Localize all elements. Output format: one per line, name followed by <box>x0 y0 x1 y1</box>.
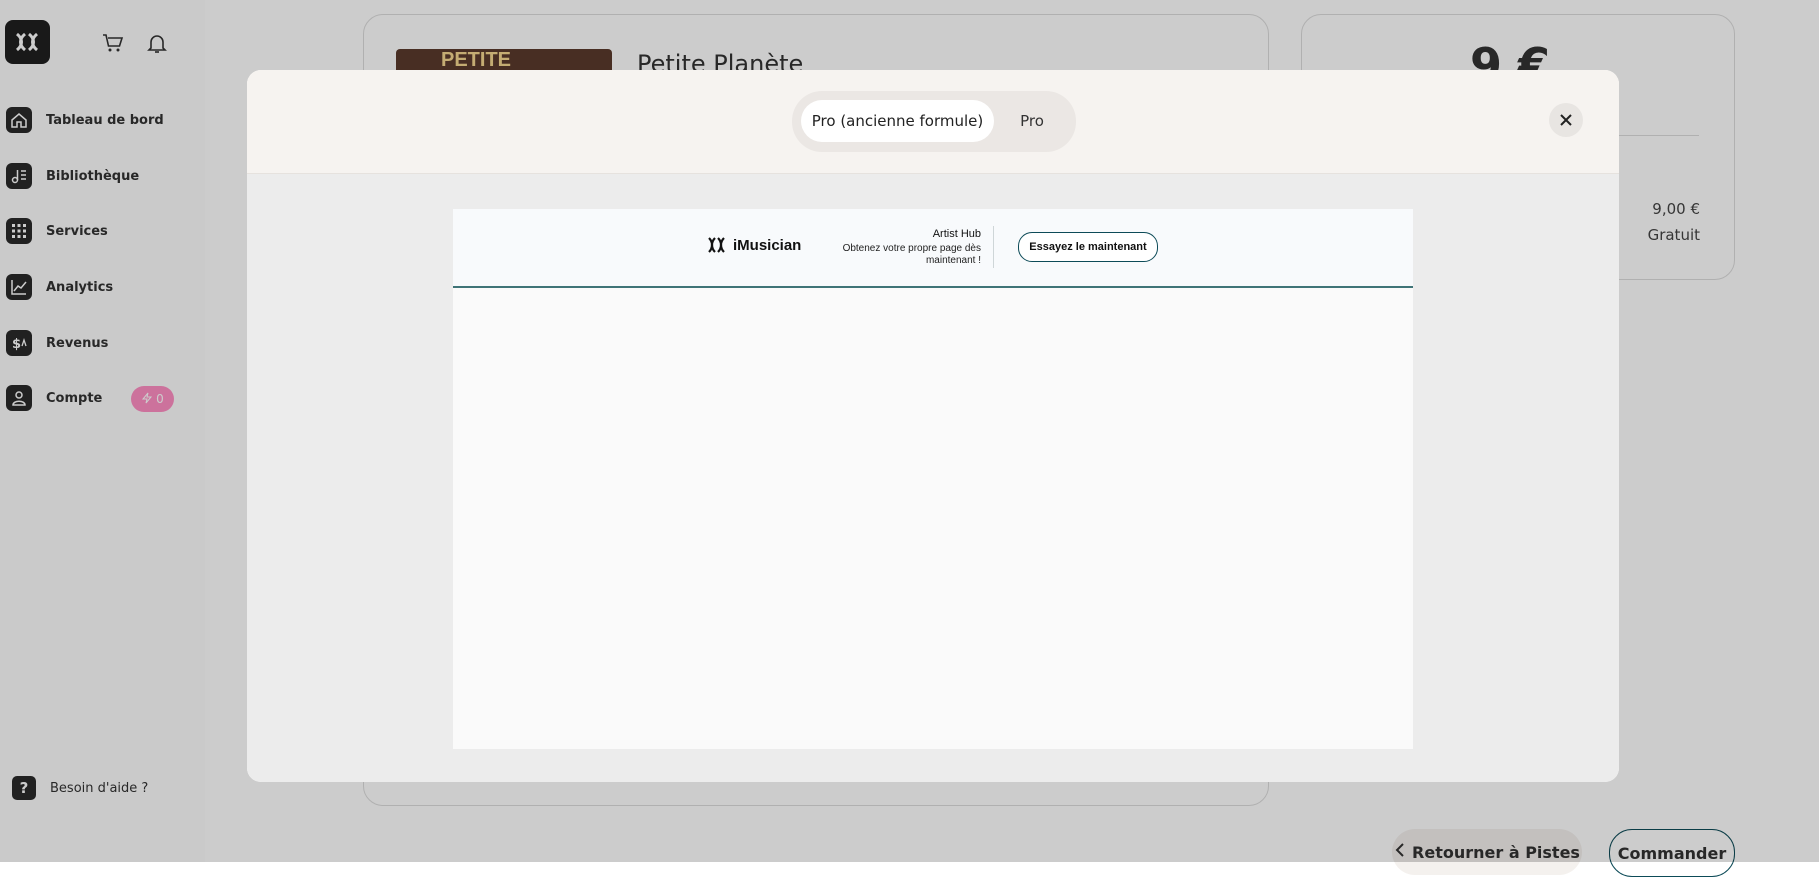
plan-tabs: Pro (ancienne formule) Pro <box>792 91 1076 152</box>
artist-hub-preview: iMusician Artist Hub Obtenez votre propr… <box>453 209 1413 749</box>
tab-pro[interactable]: Pro <box>1002 100 1062 142</box>
brand-name: iMusician <box>733 236 802 254</box>
preview-banner: iMusician Artist Hub Obtenez votre propr… <box>453 209 1413 288</box>
banner-divider <box>993 226 994 268</box>
tab-pro-legacy[interactable]: Pro (ancienne formule) <box>801 100 994 142</box>
modal-header: Pro (ancienne formule) Pro <box>247 70 1619 174</box>
try-now-button[interactable]: Essayez le maintenant <box>1018 232 1158 262</box>
app-page: Tableau de bord Bibliothèque Services An… <box>0 0 1819 877</box>
close-icon <box>1560 114 1572 126</box>
hub-subtitle: Obtenez votre propre page dès maintenant… <box>842 243 981 266</box>
imusician-mark-icon <box>708 237 725 253</box>
preview-logo: iMusician <box>707 235 801 255</box>
close-button[interactable] <box>1549 103 1583 137</box>
preview-modal: Pro (ancienne formule) Pro iMusician Art… <box>247 70 1619 782</box>
hub-title: Artist Hub <box>932 228 981 240</box>
